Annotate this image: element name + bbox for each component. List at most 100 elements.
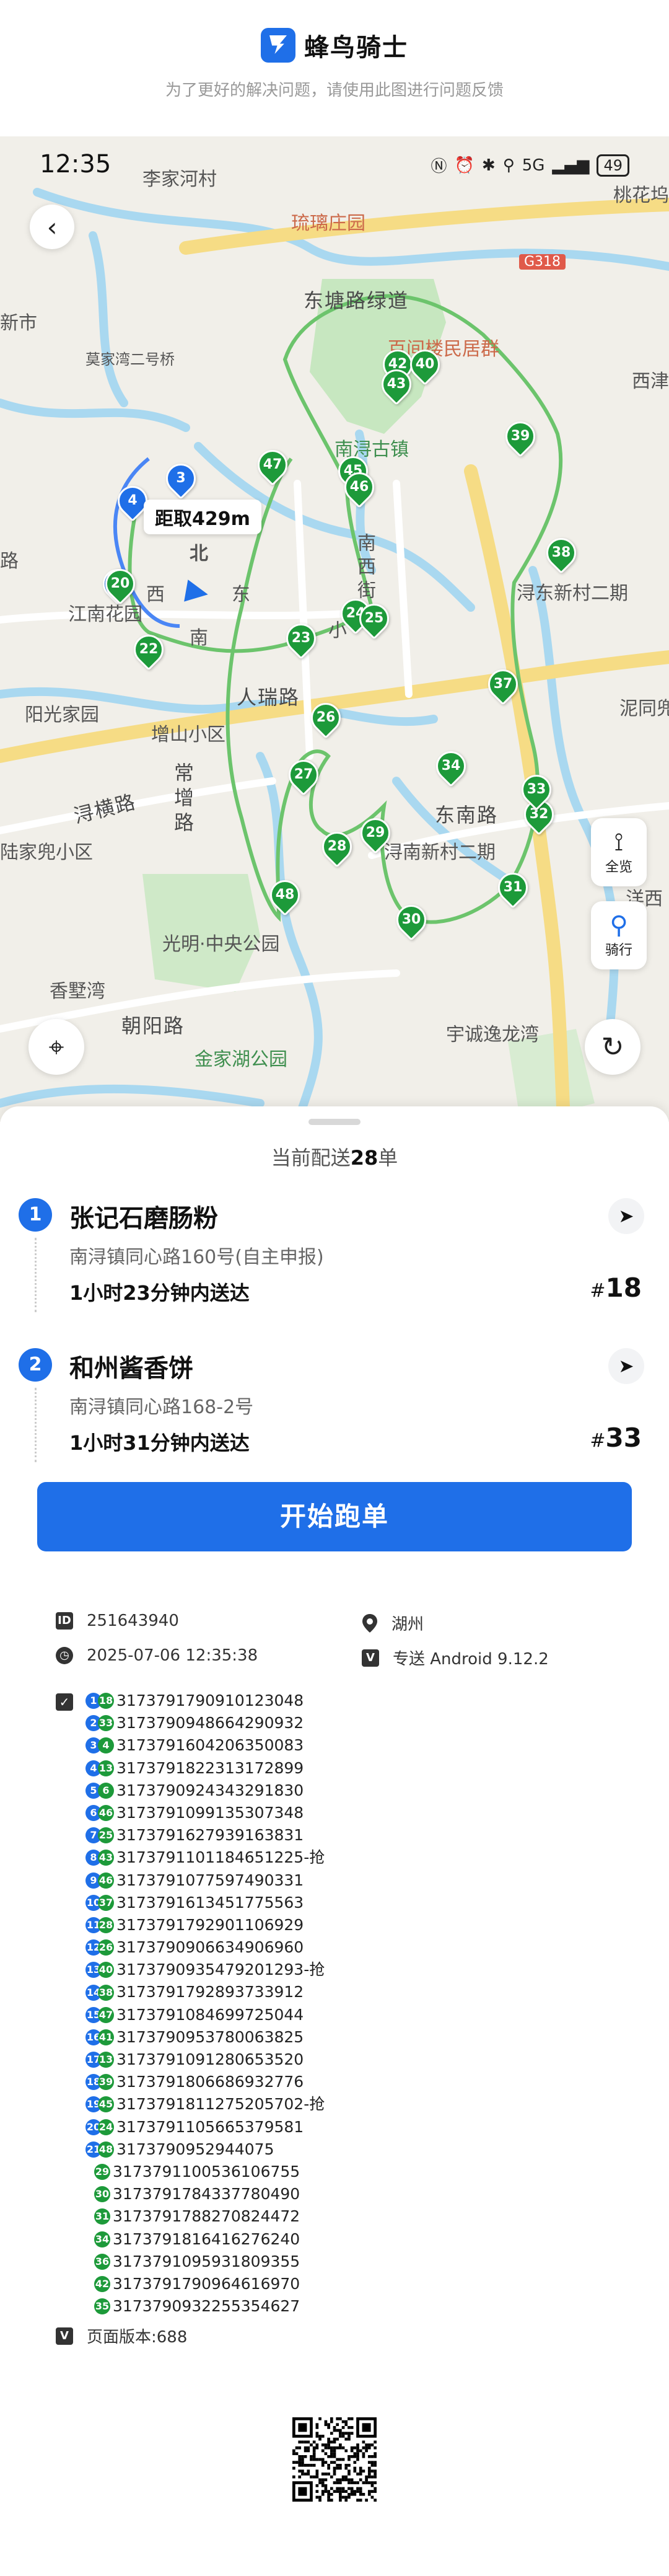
- map-label: 新市: [0, 312, 37, 334]
- ticket-number: 18: [605, 1273, 642, 1303]
- delivery-count: 当前配送28单: [0, 1142, 669, 1171]
- order-badge: 19 45: [85, 2096, 114, 2113]
- map-poi-label: 宇诚逸龙湾: [446, 1024, 539, 1046]
- start-running-button[interactable]: 开始跑单: [37, 1482, 632, 1551]
- order-code: 3173790953780063825: [116, 2027, 304, 2046]
- order-code-row: 8 43 3173791101184651225-抢: [85, 1846, 325, 1869]
- map-marker-label: 27: [294, 767, 313, 782]
- order-code: 3173791613451775563: [116, 1893, 304, 1912]
- brand-title: 蜂鸟骑士: [304, 33, 408, 62]
- map-poi-label: 琉璃庄园: [291, 213, 365, 234]
- order-index: 2: [19, 1348, 52, 1382]
- order-code: 3173791099135307348: [116, 1803, 304, 1822]
- network-label: 5G: [522, 156, 545, 175]
- city-row: 湖州: [362, 1612, 424, 1634]
- dropoff-index-badge: 47: [98, 2006, 114, 2023]
- order-badge: 1 18: [85, 1693, 114, 1709]
- order-badge: 31: [94, 2208, 110, 2225]
- status-icons: Ⓝ ⏰ ✱ ⚲ 5G ▂▄▆ 49: [431, 154, 629, 177]
- map-poi-label: 金家湖公园: [195, 1049, 287, 1070]
- map-marker-label: 34: [441, 758, 461, 774]
- crosshair-icon: ⌖: [48, 1031, 64, 1063]
- map-marker-label: 26: [316, 710, 336, 725]
- dropoff-index-badge: 35: [94, 2298, 110, 2315]
- map-label: 东: [232, 584, 250, 606]
- order-code: 3173790906634906960: [116, 1938, 304, 1957]
- order-code: 3173791091280653520: [116, 2050, 304, 2068]
- order-badge: 30: [94, 2186, 110, 2203]
- order-badge: 36: [94, 2253, 110, 2270]
- dropoff-index-badge: 40: [98, 1962, 114, 1978]
- order-code-row: 11 28 3173791792901106929: [85, 1914, 325, 1936]
- order-badge: 13 40: [85, 1962, 114, 1978]
- order-code-row: 30 3173791784337780490: [85, 2183, 325, 2205]
- brand-header: 蜂鸟骑士 为了更好的解决问题，请使用此图进行问题反馈: [0, 27, 669, 100]
- map-marker-label: 48: [275, 887, 295, 902]
- order-code-row: 16 41 3173790953780063825: [85, 2026, 325, 2049]
- order-code-row: 3 4 3173791604206350083: [85, 1734, 325, 1757]
- map-marker-label: 31: [503, 880, 523, 895]
- dropoff-index-badge: 24: [98, 2119, 114, 2135]
- version-icon: V: [362, 1649, 379, 1667]
- order-code-row: 31 3173791788270824472: [85, 2205, 325, 2228]
- map-poi-label: 陆家兜小区: [0, 842, 93, 863]
- count-prefix: 当前配送: [271, 1146, 351, 1170]
- clock-icon: ◷: [56, 1647, 73, 1664]
- dropoff-index-badge: 30: [94, 2186, 110, 2203]
- order-badge: 21 48: [85, 2141, 114, 2158]
- count-suffix: 单: [378, 1146, 398, 1170]
- order-title: 张记石磨肠粉: [69, 1204, 218, 1233]
- order-ticket: #33: [590, 1423, 642, 1453]
- map-compass-label: 北: [190, 543, 208, 565]
- order-code: 3173790932255354627: [113, 2297, 300, 2316]
- order-code-row: 6 46 3173791099135307348: [85, 1802, 325, 1824]
- dropoff-index-badge: 46: [98, 1805, 114, 1822]
- ride-label: 骑行: [605, 943, 632, 958]
- dropoff-index-badge: 45: [98, 2096, 114, 2113]
- map-label: 路: [0, 550, 19, 572]
- order-card[interactable]: 2 和州酱香饼 ➤ 南浔镇同心路168-2号 1小时31分钟内送达 #33: [0, 1348, 669, 1472]
- map-marker-label: 46: [349, 479, 369, 495]
- map-marker-label: 43: [387, 376, 406, 392]
- order-badge: 7 25: [85, 1827, 114, 1844]
- dropoff-index-badge: 33: [98, 1715, 114, 1732]
- page-version-row: V 页面版本:688: [56, 2324, 187, 2347]
- navigate-button[interactable]: ➤: [608, 1348, 644, 1384]
- order-code: 3173791806686932776: [116, 2073, 304, 2091]
- dropoff-index-badge: 25: [98, 1827, 114, 1844]
- qr-code-image: [292, 2417, 377, 2502]
- order-card[interactable]: 1 张记石磨肠粉 ➤ 南浔镇同心路160号(自主申报) 1小时23分钟内送达 #…: [0, 1198, 669, 1322]
- ticket-hash: #: [590, 1280, 606, 1302]
- ride-mode-button[interactable]: ⚲ 骑行: [591, 901, 647, 969]
- rider-position-icon: [184, 580, 210, 606]
- order-code: 3173791095931809355: [113, 2252, 300, 2270]
- order-address: 南浔镇同心路168-2号: [69, 1396, 254, 1418]
- order-code-row: 4 13 3173791822313172899: [85, 1757, 325, 1780]
- id-value: 251643940: [87, 1612, 179, 1630]
- order-code-row: 14 38 3173791792893733912: [85, 1981, 325, 2003]
- battery-indicator: 49: [597, 154, 629, 177]
- order-code-row: 9 46 3173791077597490331: [85, 1869, 325, 1892]
- map-label: 莫家湾二号桥: [85, 351, 175, 368]
- order-code: 3173790948664290932: [116, 1714, 304, 1732]
- sheet-handle[interactable]: [308, 1119, 361, 1125]
- order-code-row: 36 3173791095931809355: [85, 2251, 325, 2273]
- map-label: 南: [190, 627, 208, 649]
- navigate-button[interactable]: ➤: [608, 1198, 644, 1234]
- nfc-icon: Ⓝ: [431, 157, 447, 176]
- delivery-map[interactable]: 12:35 Ⓝ ⏰ ✱ ⚲ 5G ▂▄▆ 49 ‹ 李家河村 桃花坞 琉璃庄园 …: [0, 136, 669, 1122]
- order-badge: 18 39: [85, 2074, 114, 2091]
- order-code: 3173791784337780490: [113, 2185, 300, 2203]
- dropoff-index-badge: 31: [94, 2208, 110, 2225]
- map-poi-label: 浔东新村二期: [517, 583, 628, 604]
- map-label: 李家河村: [142, 169, 217, 190]
- order-code-row: 29 3173791100536106755: [85, 2161, 325, 2183]
- map-marker-label: 4: [128, 493, 138, 508]
- locate-button[interactable]: ⌖: [28, 1019, 84, 1075]
- refresh-button[interactable]: ↻: [585, 1019, 641, 1075]
- back-button[interactable]: ‹: [30, 205, 74, 249]
- map-poi-label: 增山小区: [151, 724, 225, 746]
- dropoff-index-badge: 39: [98, 2074, 114, 2091]
- dropoff-index-badge: 46: [98, 1872, 114, 1889]
- overview-button[interactable]: ⟟ 全览: [591, 818, 647, 886]
